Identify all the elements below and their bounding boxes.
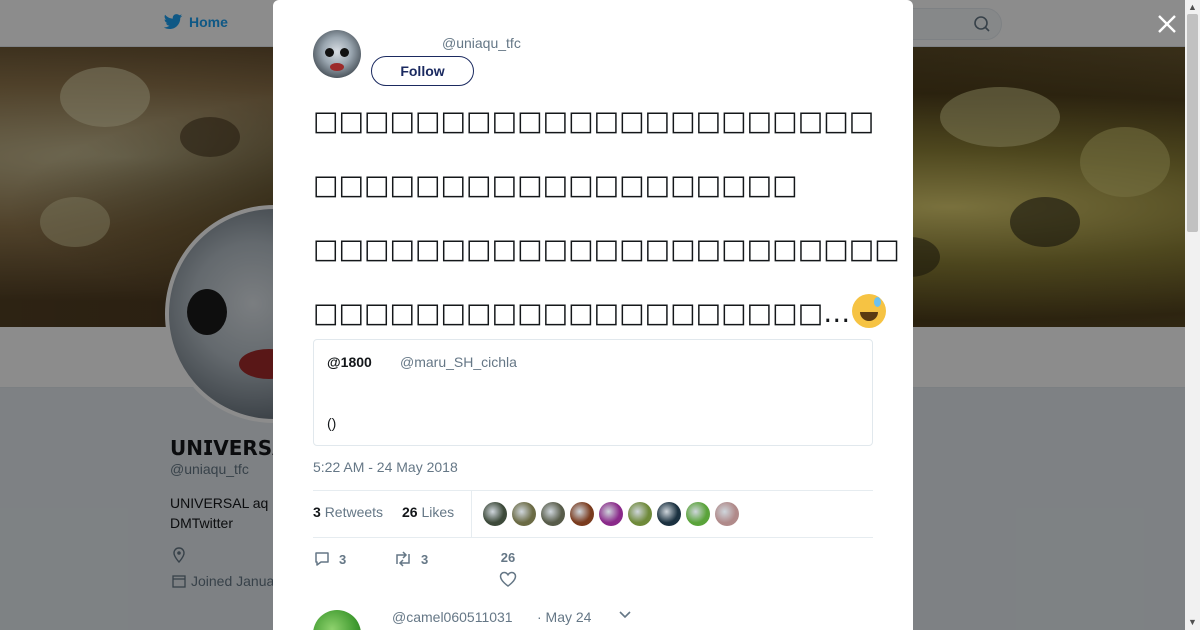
quote-text: () — [327, 415, 337, 431]
retweets-count: 3 — [313, 504, 321, 520]
liker-avatar[interactable] — [599, 502, 623, 526]
reply-count: 3 — [339, 551, 347, 567]
chevron-down-icon[interactable] — [618, 610, 632, 620]
author-avatar[interactable] — [313, 30, 361, 78]
avatar-eye-detail — [340, 48, 349, 57]
tweet-line: □□□□□□□□□□□□□□□□□□□□□□ — [313, 106, 875, 137]
likes-count: 26 — [402, 504, 418, 520]
scroll-down-arrow-icon[interactable]: ▼ — [1188, 617, 1197, 627]
reply-date[interactable]: · May 24 — [537, 609, 591, 625]
tweet-text: □□□□□□□□□□□□□□□□□□□□□□ □□□□□□□□□□□□□□□□□… — [313, 90, 900, 346]
stats-divider — [471, 491, 472, 537]
liker-avatar[interactable] — [628, 502, 652, 526]
avatar-mouth-detail — [330, 63, 344, 71]
quote-author-name: @1800 — [327, 354, 372, 370]
reply-action[interactable]: 3 — [313, 550, 346, 568]
close-icon[interactable] — [1155, 12, 1179, 36]
quote-author-handle: @maru_SH_cichla — [400, 354, 517, 370]
heart-icon — [499, 571, 517, 587]
reply-icon — [315, 552, 329, 566]
liker-avatar[interactable] — [686, 502, 710, 526]
scroll-up-arrow-icon[interactable]: ▲ — [1188, 2, 1197, 12]
liker-avatar[interactable] — [570, 502, 594, 526]
retweets-stat[interactable]: 3 Retweets — [313, 504, 383, 520]
sweat-smile-emoji-icon — [852, 294, 887, 328]
tweet-line: □□□□□□□□□□□□□□□□□□□□□□□ — [313, 234, 900, 265]
tweet-timestamp[interactable]: 5:22 AM - 24 May 2018 — [313, 459, 458, 475]
liker-avatar[interactable] — [541, 502, 565, 526]
scrollbar-thumb[interactable] — [1187, 14, 1198, 232]
liker-avatar[interactable] — [512, 502, 536, 526]
follow-button[interactable]: Follow — [371, 56, 474, 86]
reply-avatar[interactable] — [313, 610, 361, 630]
retweet-action[interactable]: 3 — [393, 550, 428, 568]
tweet-line: □□□□□□□□□□□□□□□□□□□ — [313, 170, 798, 201]
liker-avatar[interactable] — [483, 502, 507, 526]
tweet-line-text: □□□□□□□□□□□□□□□□□□□□… — [313, 298, 851, 329]
retweet-count: 3 — [421, 551, 429, 567]
avatar-eye-detail — [325, 48, 334, 57]
author-handle[interactable]: @uniaqu_tfc — [442, 35, 521, 51]
reply-handle[interactable]: @camel060511031 — [392, 609, 513, 625]
likes-label: Likes — [421, 504, 455, 520]
page-scrollbar[interactable]: ▲ ▼ — [1185, 0, 1200, 630]
tweet-line: □□□□□□□□□□□□□□□□□□□□… — [313, 282, 887, 346]
like-action[interactable]: 26 — [499, 550, 517, 587]
retweets-label: Retweets — [324, 504, 384, 520]
liker-avatar[interactable] — [715, 502, 739, 526]
retweet-icon — [396, 551, 410, 567]
tweet-stats: 3 Retweets 26 Likes — [313, 490, 873, 538]
quoted-tweet[interactable]: @1800 @maru_SH_cichla () — [313, 339, 873, 446]
tweet-modal: @uniaqu_tfc Follow □□□□□□□□□□□□□□□□□□□□□… — [273, 0, 913, 630]
likes-stat[interactable]: 26 Likes — [402, 504, 454, 520]
like-count: 26 — [500, 550, 516, 565]
liker-avatar[interactable] — [657, 502, 681, 526]
